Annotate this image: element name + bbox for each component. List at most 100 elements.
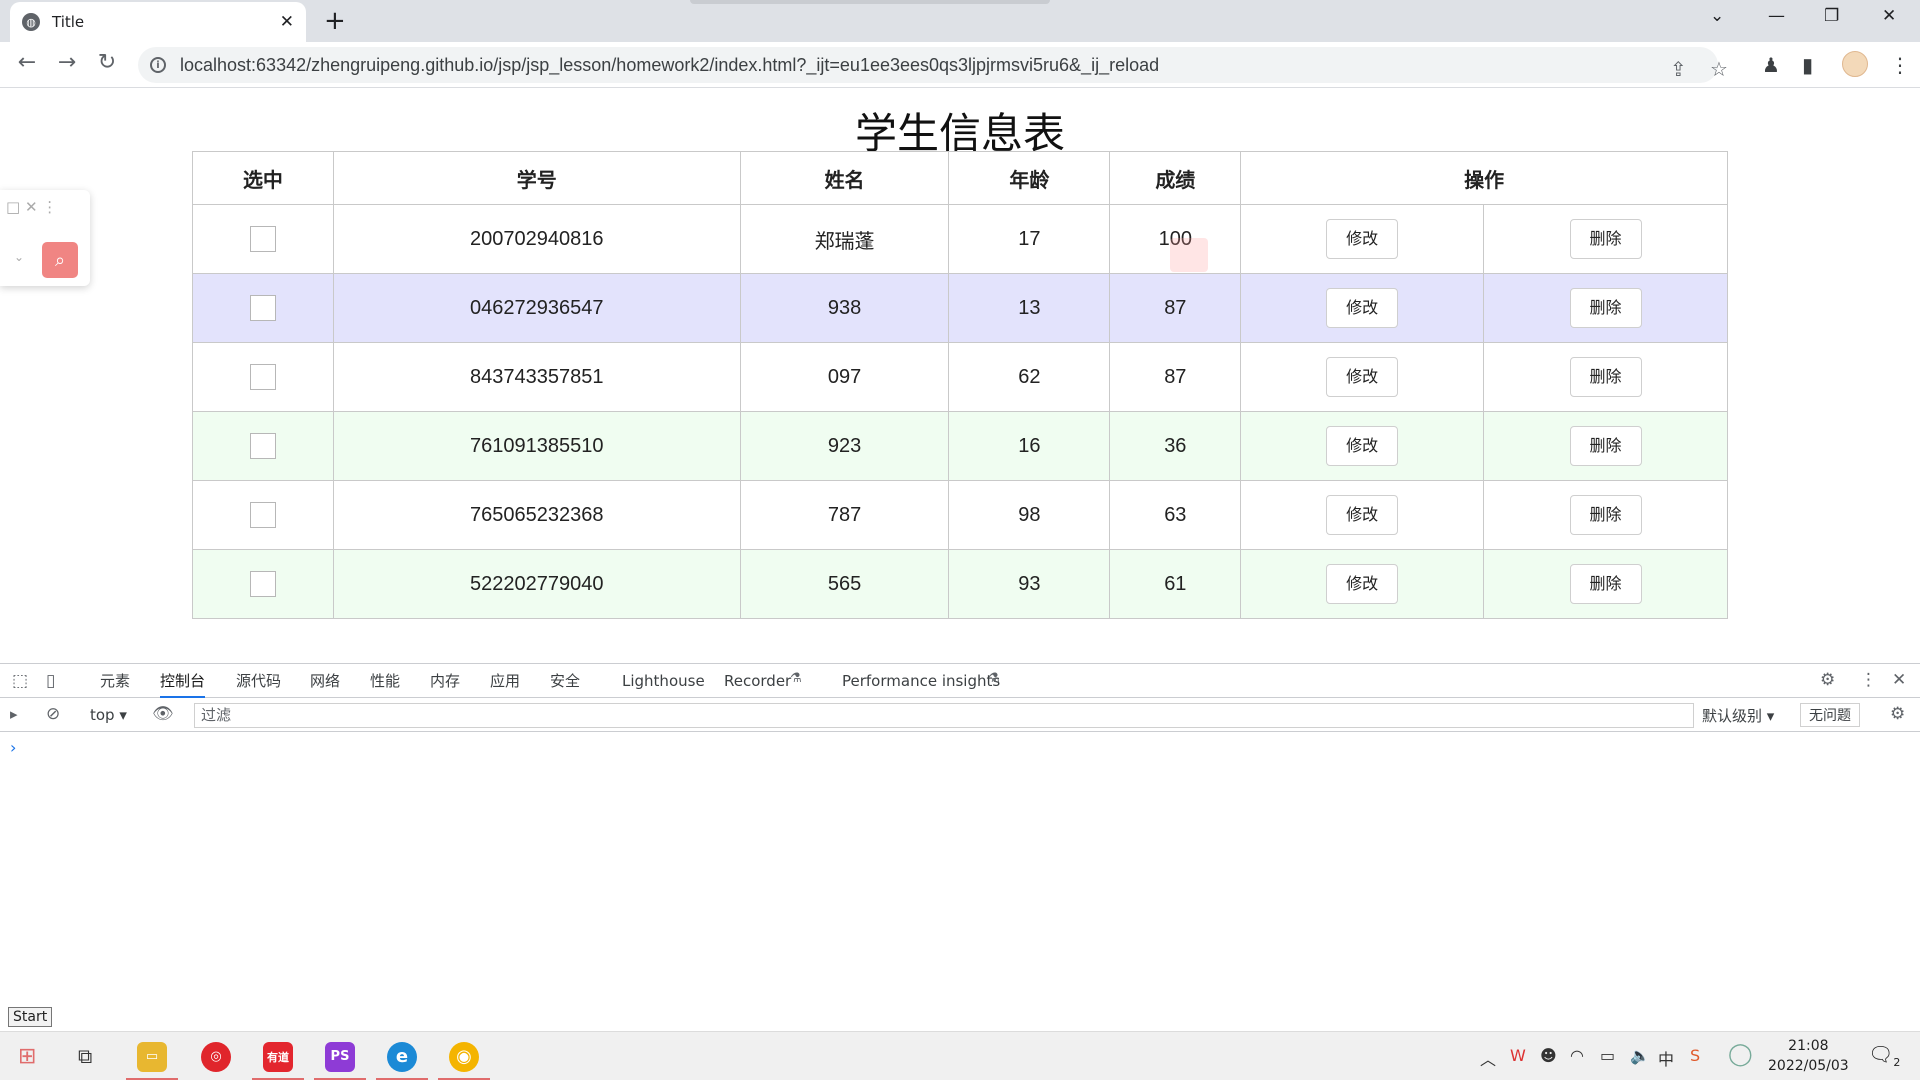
site-info-icon[interactable]: i <box>150 57 166 73</box>
taskbar-app-phpstorm[interactable]: PS <box>314 1032 366 1080</box>
restore-button[interactable]: ❐ <box>1824 6 1839 26</box>
log-level-dropdown[interactable]: 默认级别 ▾ <box>1702 705 1774 726</box>
wps-icon[interactable]: W <box>1510 1046 1526 1065</box>
notification-center-icon[interactable]: 🗨2 <box>1868 1042 1900 1069</box>
context-selector[interactable]: top ▾ <box>90 706 127 724</box>
age-cell: 16 <box>948 411 1111 481</box>
id-cell: 843743357851 <box>332 342 741 412</box>
minimize-button[interactable]: — <box>1768 6 1785 26</box>
row-checkbox[interactable] <box>249 433 276 459</box>
url-text: localhost:63342/zhengruipeng.github.io/j… <box>180 54 1160 75</box>
tab-title: Title <box>52 13 85 31</box>
delete-cell: 删除 <box>1483 342 1728 412</box>
delete-button[interactable]: 删除 <box>1569 357 1642 397</box>
edit-button[interactable]: 修改 <box>1326 288 1399 328</box>
extension-icon[interactable]: ♟ <box>1762 53 1780 77</box>
devtools-tab-sources[interactable]: 源代码 <box>236 664 281 698</box>
inspect-element-icon[interactable]: ⬚ <box>12 671 28 691</box>
profile-avatar[interactable] <box>1842 51 1868 77</box>
close-tab-icon[interactable]: ✕ <box>280 12 294 32</box>
table-row: 843743357851 097 62 87 修改 删除 <box>192 342 1728 412</box>
devtools-tab-security[interactable]: 安全 <box>550 664 580 698</box>
forward-button[interactable]: → <box>52 50 82 75</box>
devtools-tab-console[interactable]: 控制台 <box>160 664 206 698</box>
settings-gear-icon[interactable]: ⚙ <box>1820 670 1835 690</box>
translate-overlay-icon[interactable] <box>1170 238 1208 272</box>
console-settings-icon[interactable]: ⚙ <box>1890 704 1905 724</box>
search-icon[interactable]: ⌕ <box>42 242 78 278</box>
name-cell: 097 <box>739 342 950 412</box>
devtools-tab-network[interactable]: 网络 <box>310 664 340 698</box>
clear-console-icon[interactable]: ⊘ <box>46 704 60 724</box>
devtools-tab-lighthouse[interactable]: Lighthouse <box>622 664 705 698</box>
edit-button[interactable]: 修改 <box>1326 426 1399 466</box>
select-cell <box>192 342 334 412</box>
device-toolbar-icon[interactable]: ▯ <box>46 671 55 691</box>
side-panel-icon[interactable]: ▮ <box>1802 53 1813 77</box>
sogou-icon[interactable]: S <box>1690 1046 1700 1065</box>
console-filter-bar: ▸ ⊘ top ▾ 👁 过滤 默认级别 ▾ 无问题 ⚙ <box>0 699 1920 732</box>
qq-icon[interactable]: ☻ <box>1540 1046 1557 1065</box>
delete-button[interactable]: 删除 <box>1569 288 1642 328</box>
devtools-tab-elements[interactable]: 元素 <box>100 664 130 698</box>
devtools-tab-memory[interactable]: 内存 <box>430 664 460 698</box>
address-bar[interactable]: i localhost:63342/zhengruipeng.github.io… <box>138 47 1728 83</box>
delete-button[interactable]: 删除 <box>1569 495 1642 535</box>
devtools-tab-bar: ⬚ ▯ 元素 控制台 源代码 网络 性能 内存 应用 安全 Lighthouse… <box>0 664 1920 698</box>
delete-button[interactable]: 删除 <box>1569 426 1642 466</box>
window-drag-handle <box>690 0 1050 4</box>
table-row: 046272936547 938 13 87 修改 删除 <box>192 273 1728 343</box>
taskbar-app-netease-music[interactable]: ◎ <box>190 1032 242 1080</box>
task-view-icon[interactable]: ⧉ <box>78 1044 92 1068</box>
console-filter-input[interactable]: 过滤 <box>194 703 1694 728</box>
windows-start-icon[interactable]: ⊞ <box>18 1044 36 1069</box>
widget-window-controls[interactable]: □ ✕ ⋮ <box>6 198 57 216</box>
tab-search-chevron-icon[interactable]: ⌄ <box>1710 6 1724 26</box>
cortana-ring-icon[interactable]: ◯ <box>1728 1042 1753 1067</box>
reload-button[interactable]: ↻ <box>92 50 122 75</box>
close-window-button[interactable]: ✕ <box>1882 6 1896 26</box>
delete-button[interactable]: 删除 <box>1569 219 1642 259</box>
select-cell <box>192 204 334 274</box>
browser-tab[interactable]: ◍ Title ✕ <box>10 2 306 42</box>
taskbar-app-edge[interactable]: e <box>376 1032 428 1080</box>
console-prompt[interactable]: › <box>10 738 16 757</box>
edit-button[interactable]: 修改 <box>1326 495 1399 535</box>
new-tab-button[interactable]: + <box>324 8 346 34</box>
live-expression-eye-icon[interactable]: 👁 <box>152 704 174 724</box>
chrome-browser-icon: ◉ <box>449 1041 479 1072</box>
battery-icon[interactable]: ▭ <box>1600 1046 1615 1065</box>
row-checkbox[interactable] <box>249 502 276 528</box>
chevron-down-icon[interactable]: ⌄ <box>14 250 24 264</box>
select-cell <box>192 480 334 550</box>
issues-button[interactable]: 无问题 <box>1800 703 1860 727</box>
more-options-icon[interactable]: ⋮ <box>1860 670 1877 690</box>
row-checkbox[interactable] <box>249 364 276 390</box>
age-cell: 17 <box>948 204 1111 274</box>
sidebar-toggle-icon[interactable]: ▸ <box>10 705 18 723</box>
wifi-icon[interactable]: ◠ <box>1570 1046 1584 1065</box>
edit-button[interactable]: 修改 <box>1326 219 1399 259</box>
volume-icon[interactable]: 🔈 <box>1630 1046 1650 1065</box>
row-checkbox[interactable] <box>249 571 276 597</box>
row-checkbox[interactable] <box>249 226 276 252</box>
devtools-tab-application[interactable]: 应用 <box>490 664 520 698</box>
edit-button[interactable]: 修改 <box>1326 357 1399 397</box>
taskbar-app-chrome[interactable]: ◉ <box>438 1032 490 1080</box>
edit-button[interactable]: 修改 <box>1326 564 1399 604</box>
row-checkbox[interactable] <box>249 295 276 321</box>
browser-menu-icon[interactable]: ⋮ <box>1890 53 1910 77</box>
taskbar-app-file-explorer[interactable]: ▭ <box>126 1032 178 1080</box>
bookmark-star-icon[interactable]: ☆ <box>1710 57 1728 81</box>
delete-button[interactable]: 删除 <box>1569 564 1642 604</box>
close-devtools-icon[interactable]: ✕ <box>1892 670 1906 690</box>
taskbar-app-youdao[interactable]: 有道 <box>252 1032 304 1080</box>
devtools-tab-performance-insights[interactable]: Performance insights <box>842 664 1000 698</box>
share-icon[interactable]: ⇪ <box>1670 57 1687 81</box>
devtools-tab-recorder[interactable]: Recorder <box>724 664 791 698</box>
tray-overflow-chevron-icon[interactable]: ︿ <box>1480 1046 1496 1070</box>
back-button[interactable]: ← <box>12 50 42 75</box>
system-clock[interactable]: 21:08 2022/05/03 <box>1768 1036 1849 1076</box>
ime-indicator[interactable]: 中 <box>1658 1046 1674 1070</box>
devtools-tab-performance[interactable]: 性能 <box>370 664 400 698</box>
